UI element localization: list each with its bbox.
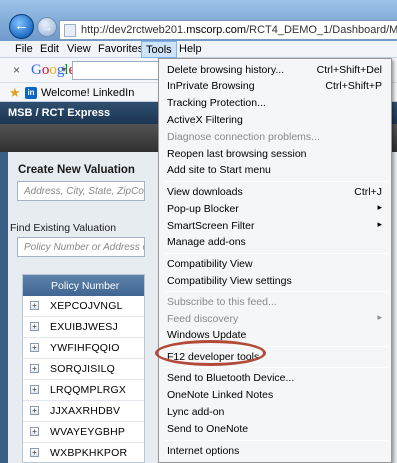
table-row[interactable]: + WVAYEYGBHP <box>23 422 144 443</box>
submenu-arrow-icon: ▸ <box>377 202 382 212</box>
menu-item-compatibility-view-settings[interactable]: Compatibility View settings <box>160 272 390 291</box>
table-row[interactable]: + EXUIBJWESJ <box>23 317 144 338</box>
browser-title-bar: ← → http://dev2rctweb201.mscorp.com/RCT4… <box>0 0 397 41</box>
close-icon[interactable]: × <box>13 63 20 77</box>
favorites-star-icon[interactable]: ★ <box>9 85 21 101</box>
policy-number-cell: JJXAXRHDBV <box>50 405 121 417</box>
menu-view[interactable]: View <box>64 43 94 55</box>
forward-button[interactable]: → <box>37 17 57 37</box>
linkedin-icon: in <box>25 87 37 99</box>
menu-item-internet-options[interactable]: Internet options <box>160 442 390 461</box>
expand-icon[interactable]: + <box>30 406 39 415</box>
table-row[interactable]: + SORQJISILQ <box>23 359 144 380</box>
policy-number-cell: WXBPKHKPOR <box>50 447 128 459</box>
page-icon <box>64 24 76 37</box>
menu-file[interactable]: File <box>12 43 36 55</box>
chevron-down-icon[interactable]: ▾ <box>62 65 66 74</box>
policy-search-input[interactable]: Policy Number or Address or <box>17 237 145 257</box>
menu-separator <box>165 367 387 368</box>
table-row[interactable]: + XEPCOJVNGL <box>23 296 144 317</box>
table-row[interactable]: + WXBPKHKPOR <box>23 443 144 463</box>
expand-icon[interactable]: + <box>30 385 39 394</box>
policy-number-cell: LRQQMPLRGX <box>50 384 127 396</box>
favorite-linkedin-link[interactable]: Welcome! LinkedIn <box>41 87 134 99</box>
menu-edit[interactable]: Edit <box>37 43 62 55</box>
menu-item-add-site-start-menu[interactable]: Add site to Start menu <box>160 161 390 180</box>
google-logo: Google <box>31 62 75 78</box>
expand-icon[interactable]: + <box>30 448 39 457</box>
submenu-arrow-icon: ▸ <box>377 312 382 322</box>
url-text: http://dev2rctweb201.mscorp.com/RCT4_DEM… <box>81 24 397 36</box>
menu-favorites[interactable]: Favorites <box>95 43 146 55</box>
forward-arrow-icon: → <box>41 20 53 34</box>
tools-menu: Delete browsing history... Ctrl+Shift+Del… <box>158 58 392 463</box>
policy-table: Policy Number + XEPCOJVNGL + EXUIBJWESJ + Y… <box>22 274 145 463</box>
menu-bar: File Edit View Favorites Tools Help <box>0 41 397 58</box>
policy-number-cell: SORQJISILQ <box>50 363 116 375</box>
menu-separator <box>165 291 387 292</box>
expand-icon[interactable]: + <box>30 427 39 436</box>
find-valuation-heading: Find Existing Valuation <box>10 222 117 234</box>
address-bar[interactable]: http://dev2rctweb201.mscorp.com/RCT4_DEM… <box>59 20 397 40</box>
menu-separator <box>165 253 387 254</box>
menu-tools[interactable]: Tools <box>141 41 177 58</box>
policy-number-cell: YWFIHFQQIO <box>50 342 120 354</box>
expand-icon[interactable]: + <box>30 301 39 310</box>
table-row[interactable]: + YWFIHFQQIO <box>23 338 144 359</box>
policy-number-cell: WVAYEYGBHP <box>50 426 126 438</box>
submenu-arrow-icon: ▸ <box>377 219 382 229</box>
menu-item-manage-add-ons[interactable]: Manage add-ons <box>160 233 390 252</box>
policy-number-cell: EXUIBJWESJ <box>50 321 118 333</box>
table-row[interactable]: + LRQQMPLRGX <box>23 380 144 401</box>
expand-icon[interactable]: + <box>30 322 39 331</box>
table-row[interactable]: + JJXAXRHDBV <box>23 401 144 422</box>
menu-separator <box>165 181 387 182</box>
expand-icon[interactable]: + <box>30 364 39 373</box>
policy-number-cell: XEPCOJVNGL <box>50 300 123 312</box>
back-button[interactable]: ← <box>9 14 34 39</box>
menu-item-send-to-onenote[interactable]: Send to OneNote <box>160 420 390 439</box>
menu-separator <box>165 440 387 441</box>
policy-number-column-header[interactable]: Policy Number <box>51 280 119 292</box>
expand-icon[interactable]: + <box>30 343 39 352</box>
address-search-input[interactable]: Address, City, State, ZipCode <box>17 181 145 201</box>
highlight-annotation-ellipse <box>155 340 266 366</box>
create-valuation-heading: Create New Valuation <box>18 164 135 176</box>
table-header: Policy Number <box>23 275 144 296</box>
menu-help[interactable]: Help <box>176 43 205 55</box>
back-arrow-icon: ← <box>14 17 29 34</box>
